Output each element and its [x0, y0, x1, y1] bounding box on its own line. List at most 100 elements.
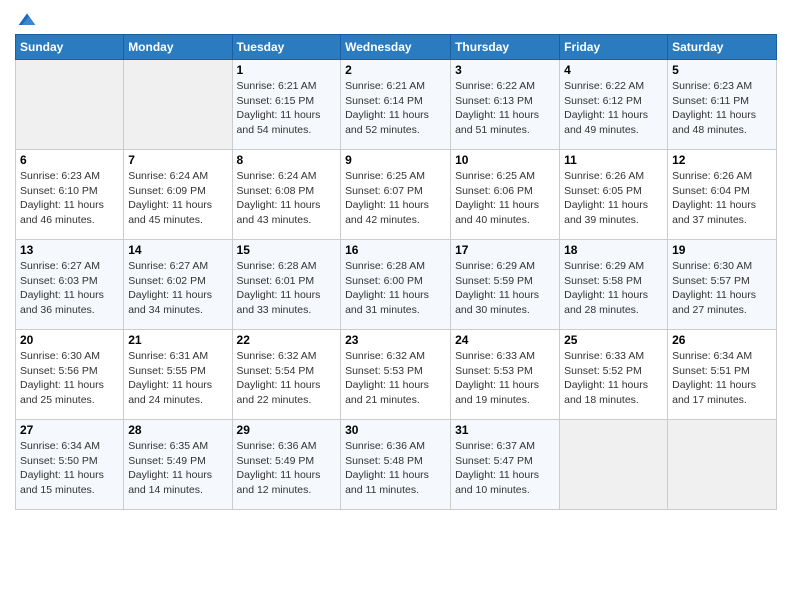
calendar-cell: 21 Sunrise: 6:31 AM Sunset: 5:55 PM Dayli… — [124, 330, 232, 420]
day-detail: Sunrise: 6:29 AM Sunset: 5:59 PM Dayligh… — [455, 259, 555, 318]
day-detail: Sunrise: 6:29 AM Sunset: 5:58 PM Dayligh… — [564, 259, 663, 318]
week-row-2: 6Sunrise: 6:23 AM Sunset: 6:10 PM Daylig… — [16, 150, 777, 240]
week-row-1: 1 Sunrise: 6:21 AM Sunset: 6:15 PM Daylig… — [16, 60, 777, 150]
day-detail: Sunrise: 6:30 AM Sunset: 5:56 PM Dayligh… — [20, 349, 119, 408]
day-detail: Sunrise: 6:24 AM Sunset: 6:08 PM Dayligh… — [237, 169, 337, 228]
day-number: 11 — [564, 153, 663, 167]
calendar-page: SundayMondayTuesdayWednesdayThursdayFrid… — [0, 0, 792, 612]
day-detail: Sunrise: 6:37 AM Sunset: 5:47 PM Dayligh… — [455, 439, 555, 498]
day-detail: Sunrise: 6:36 AM Sunset: 5:48 PM Dayligh… — [345, 439, 446, 498]
calendar-cell: 19 Sunrise: 6:30 AM Sunset: 5:57 PM Dayli… — [668, 240, 777, 330]
day-number: 30 — [345, 423, 446, 437]
day-number: 21 — [128, 333, 227, 347]
day-detail: Sunrise: 6:35 AM Sunset: 5:49 PM Dayligh… — [128, 439, 227, 498]
calendar-cell: 4 Sunrise: 6:22 AM Sunset: 6:12 PM Daylig… — [560, 60, 668, 150]
calendar-cell — [16, 60, 124, 150]
day-detail: Sunrise: 6:21 AM Sunset: 6:14 PM Dayligh… — [345, 79, 446, 138]
day-number: 1 — [237, 63, 337, 77]
day-detail: Sunrise: 6:26 AM Sunset: 6:04 PM Dayligh… — [672, 169, 772, 228]
header — [15, 10, 777, 26]
day-detail: Sunrise: 6:31 AM Sunset: 5:55 PM Dayligh… — [128, 349, 227, 408]
calendar-cell: 14 Sunrise: 6:27 AM Sunset: 6:02 PM Dayli… — [124, 240, 232, 330]
day-number: 5 — [672, 63, 772, 77]
calendar-cell: 29 Sunrise: 6:36 AM Sunset: 5:49 PM Dayli… — [232, 420, 341, 510]
day-number: 4 — [564, 63, 663, 77]
calendar-cell: 2 Sunrise: 6:21 AM Sunset: 6:14 PM Daylig… — [341, 60, 451, 150]
calendar-cell: 25Sunrise: 6:33 AM Sunset: 5:52 PM Dayli… — [560, 330, 668, 420]
day-detail: Sunrise: 6:36 AM Sunset: 5:49 PM Dayligh… — [237, 439, 337, 498]
weekday-header-row: SundayMondayTuesdayWednesdayThursdayFrid… — [16, 35, 777, 60]
calendar-cell: 15 Sunrise: 6:28 AM Sunset: 6:01 PM Dayli… — [232, 240, 341, 330]
day-number: 20 — [20, 333, 119, 347]
calendar-cell — [668, 420, 777, 510]
day-number: 14 — [128, 243, 227, 257]
day-number: 10 — [455, 153, 555, 167]
calendar-cell: 18Sunrise: 6:29 AM Sunset: 5:58 PM Dayli… — [560, 240, 668, 330]
day-detail: Sunrise: 6:30 AM Sunset: 5:57 PM Dayligh… — [672, 259, 772, 318]
day-number: 2 — [345, 63, 446, 77]
day-detail: Sunrise: 6:24 AM Sunset: 6:09 PM Dayligh… — [128, 169, 227, 228]
calendar-cell — [560, 420, 668, 510]
calendar-cell: 24 Sunrise: 6:33 AM Sunset: 5:53 PM Dayli… — [451, 330, 560, 420]
weekday-header-tuesday: Tuesday — [232, 35, 341, 60]
day-detail: Sunrise: 6:28 AM Sunset: 6:00 PM Dayligh… — [345, 259, 446, 318]
day-number: 23 — [345, 333, 446, 347]
weekday-header-saturday: Saturday — [668, 35, 777, 60]
day-detail: Sunrise: 6:23 AM Sunset: 6:11 PM Dayligh… — [672, 79, 772, 138]
day-detail: Sunrise: 6:23 AM Sunset: 6:10 PM Dayligh… — [20, 169, 119, 228]
day-number: 19 — [672, 243, 772, 257]
day-number: 25 — [564, 333, 663, 347]
day-number: 28 — [128, 423, 227, 437]
weekday-header-friday: Friday — [560, 35, 668, 60]
weekday-header-thursday: Thursday — [451, 35, 560, 60]
calendar-cell: 28 Sunrise: 6:35 AM Sunset: 5:49 PM Dayli… — [124, 420, 232, 510]
calendar-cell: 20 Sunrise: 6:30 AM Sunset: 5:56 PM Dayli… — [16, 330, 124, 420]
week-row-4: 20 Sunrise: 6:30 AM Sunset: 5:56 PM Dayli… — [16, 330, 777, 420]
day-number: 24 — [455, 333, 555, 347]
calendar-table: SundayMondayTuesdayWednesdayThursdayFrid… — [15, 34, 777, 510]
calendar-cell: 26Sunrise: 6:34 AM Sunset: 5:51 PM Dayli… — [668, 330, 777, 420]
day-number: 7 — [128, 153, 227, 167]
day-number: 13 — [20, 243, 119, 257]
calendar-cell: 17 Sunrise: 6:29 AM Sunset: 5:59 PM Dayli… — [451, 240, 560, 330]
day-detail: Sunrise: 6:33 AM Sunset: 5:53 PM Dayligh… — [455, 349, 555, 408]
logo-icon — [17, 10, 37, 30]
week-row-5: 27 Sunrise: 6:34 AM Sunset: 5:50 PM Dayli… — [16, 420, 777, 510]
calendar-cell: 9Sunrise: 6:25 AM Sunset: 6:07 PM Daylig… — [341, 150, 451, 240]
calendar-cell: 27 Sunrise: 6:34 AM Sunset: 5:50 PM Dayli… — [16, 420, 124, 510]
calendar-cell: 11 Sunrise: 6:26 AM Sunset: 6:05 PM Dayli… — [560, 150, 668, 240]
day-detail: Sunrise: 6:32 AM Sunset: 5:53 PM Dayligh… — [345, 349, 446, 408]
day-number: 8 — [237, 153, 337, 167]
logo — [15, 10, 37, 26]
weekday-header-sunday: Sunday — [16, 35, 124, 60]
day-number: 17 — [455, 243, 555, 257]
calendar-cell: 31 Sunrise: 6:37 AM Sunset: 5:47 PM Dayli… — [451, 420, 560, 510]
day-detail: Sunrise: 6:32 AM Sunset: 5:54 PM Dayligh… — [237, 349, 337, 408]
day-number: 15 — [237, 243, 337, 257]
day-detail: Sunrise: 6:27 AM Sunset: 6:02 PM Dayligh… — [128, 259, 227, 318]
calendar-cell: 12 Sunrise: 6:26 AM Sunset: 6:04 PM Dayli… — [668, 150, 777, 240]
calendar-cell: 3Sunrise: 6:22 AM Sunset: 6:13 PM Daylig… — [451, 60, 560, 150]
day-number: 22 — [237, 333, 337, 347]
calendar-cell: 16 Sunrise: 6:28 AM Sunset: 6:00 PM Dayli… — [341, 240, 451, 330]
day-detail: Sunrise: 6:22 AM Sunset: 6:12 PM Dayligh… — [564, 79, 663, 138]
week-row-3: 13Sunrise: 6:27 AM Sunset: 6:03 PM Dayli… — [16, 240, 777, 330]
day-number: 12 — [672, 153, 772, 167]
day-number: 27 — [20, 423, 119, 437]
day-detail: Sunrise: 6:22 AM Sunset: 6:13 PM Dayligh… — [455, 79, 555, 138]
calendar-cell: 22 Sunrise: 6:32 AM Sunset: 5:54 PM Dayli… — [232, 330, 341, 420]
day-detail: Sunrise: 6:25 AM Sunset: 6:06 PM Dayligh… — [455, 169, 555, 228]
day-detail: Sunrise: 6:25 AM Sunset: 6:07 PM Dayligh… — [345, 169, 446, 228]
calendar-cell: 30 Sunrise: 6:36 AM Sunset: 5:48 PM Dayli… — [341, 420, 451, 510]
day-detail: Sunrise: 6:26 AM Sunset: 6:05 PM Dayligh… — [564, 169, 663, 228]
weekday-header-wednesday: Wednesday — [341, 35, 451, 60]
day-detail: Sunrise: 6:21 AM Sunset: 6:15 PM Dayligh… — [237, 79, 337, 138]
day-number: 16 — [345, 243, 446, 257]
day-detail: Sunrise: 6:34 AM Sunset: 5:50 PM Dayligh… — [20, 439, 119, 498]
day-number: 29 — [237, 423, 337, 437]
calendar-cell: 10 Sunrise: 6:25 AM Sunset: 6:06 PM Dayli… — [451, 150, 560, 240]
calendar-cell: 7 Sunrise: 6:24 AM Sunset: 6:09 PM Daylig… — [124, 150, 232, 240]
day-detail: Sunrise: 6:28 AM Sunset: 6:01 PM Dayligh… — [237, 259, 337, 318]
calendar-cell: 23 Sunrise: 6:32 AM Sunset: 5:53 PM Dayli… — [341, 330, 451, 420]
day-number: 31 — [455, 423, 555, 437]
